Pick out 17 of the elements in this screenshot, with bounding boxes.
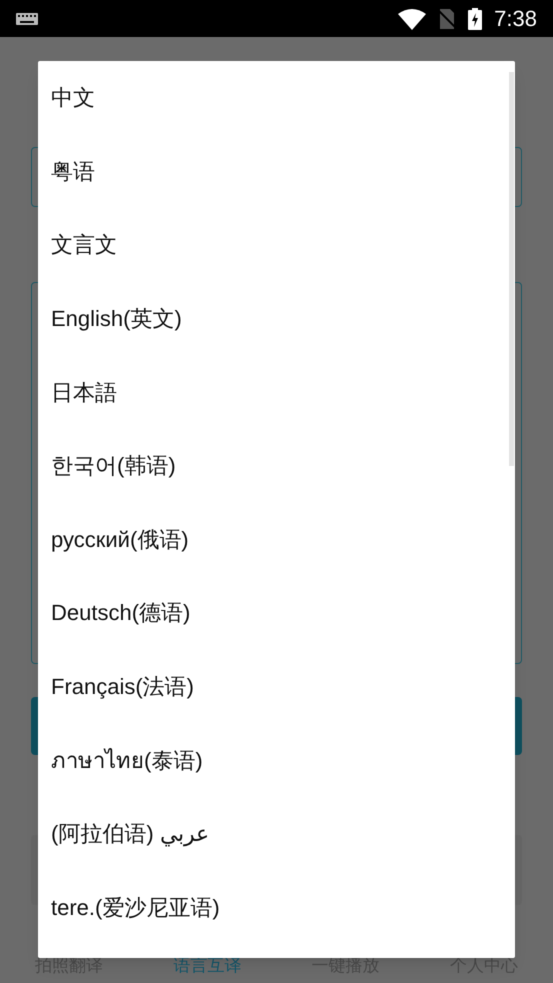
- language-option[interactable]: 日本語: [38, 355, 515, 429]
- language-option[interactable]: Deutsch(德语): [38, 576, 515, 650]
- keyboard-icon: [16, 12, 38, 24]
- language-option[interactable]: 한국어(韩语): [38, 428, 515, 503]
- clock: 7:38: [494, 5, 537, 33]
- no-sim-icon: [438, 8, 456, 28]
- language-option[interactable]: русский(俄语): [38, 502, 515, 576]
- language-option[interactable]: (阿拉伯语) عربي: [38, 796, 515, 871]
- language-option[interactable]: tere.(爱沙尼亚语): [38, 870, 515, 944]
- language-option[interactable]: English(英文): [38, 282, 515, 356]
- battery-charging-icon: [468, 8, 482, 30]
- language-option[interactable]: Français(法语): [38, 650, 515, 724]
- language-option[interactable]: 文言文: [38, 208, 515, 282]
- language-option[interactable]: 粤语: [38, 134, 515, 208]
- language-option[interactable]: 中文: [38, 61, 515, 135]
- language-option[interactable]: ภาษาไทย(泰语): [38, 723, 515, 797]
- wifi-icon: [398, 8, 426, 30]
